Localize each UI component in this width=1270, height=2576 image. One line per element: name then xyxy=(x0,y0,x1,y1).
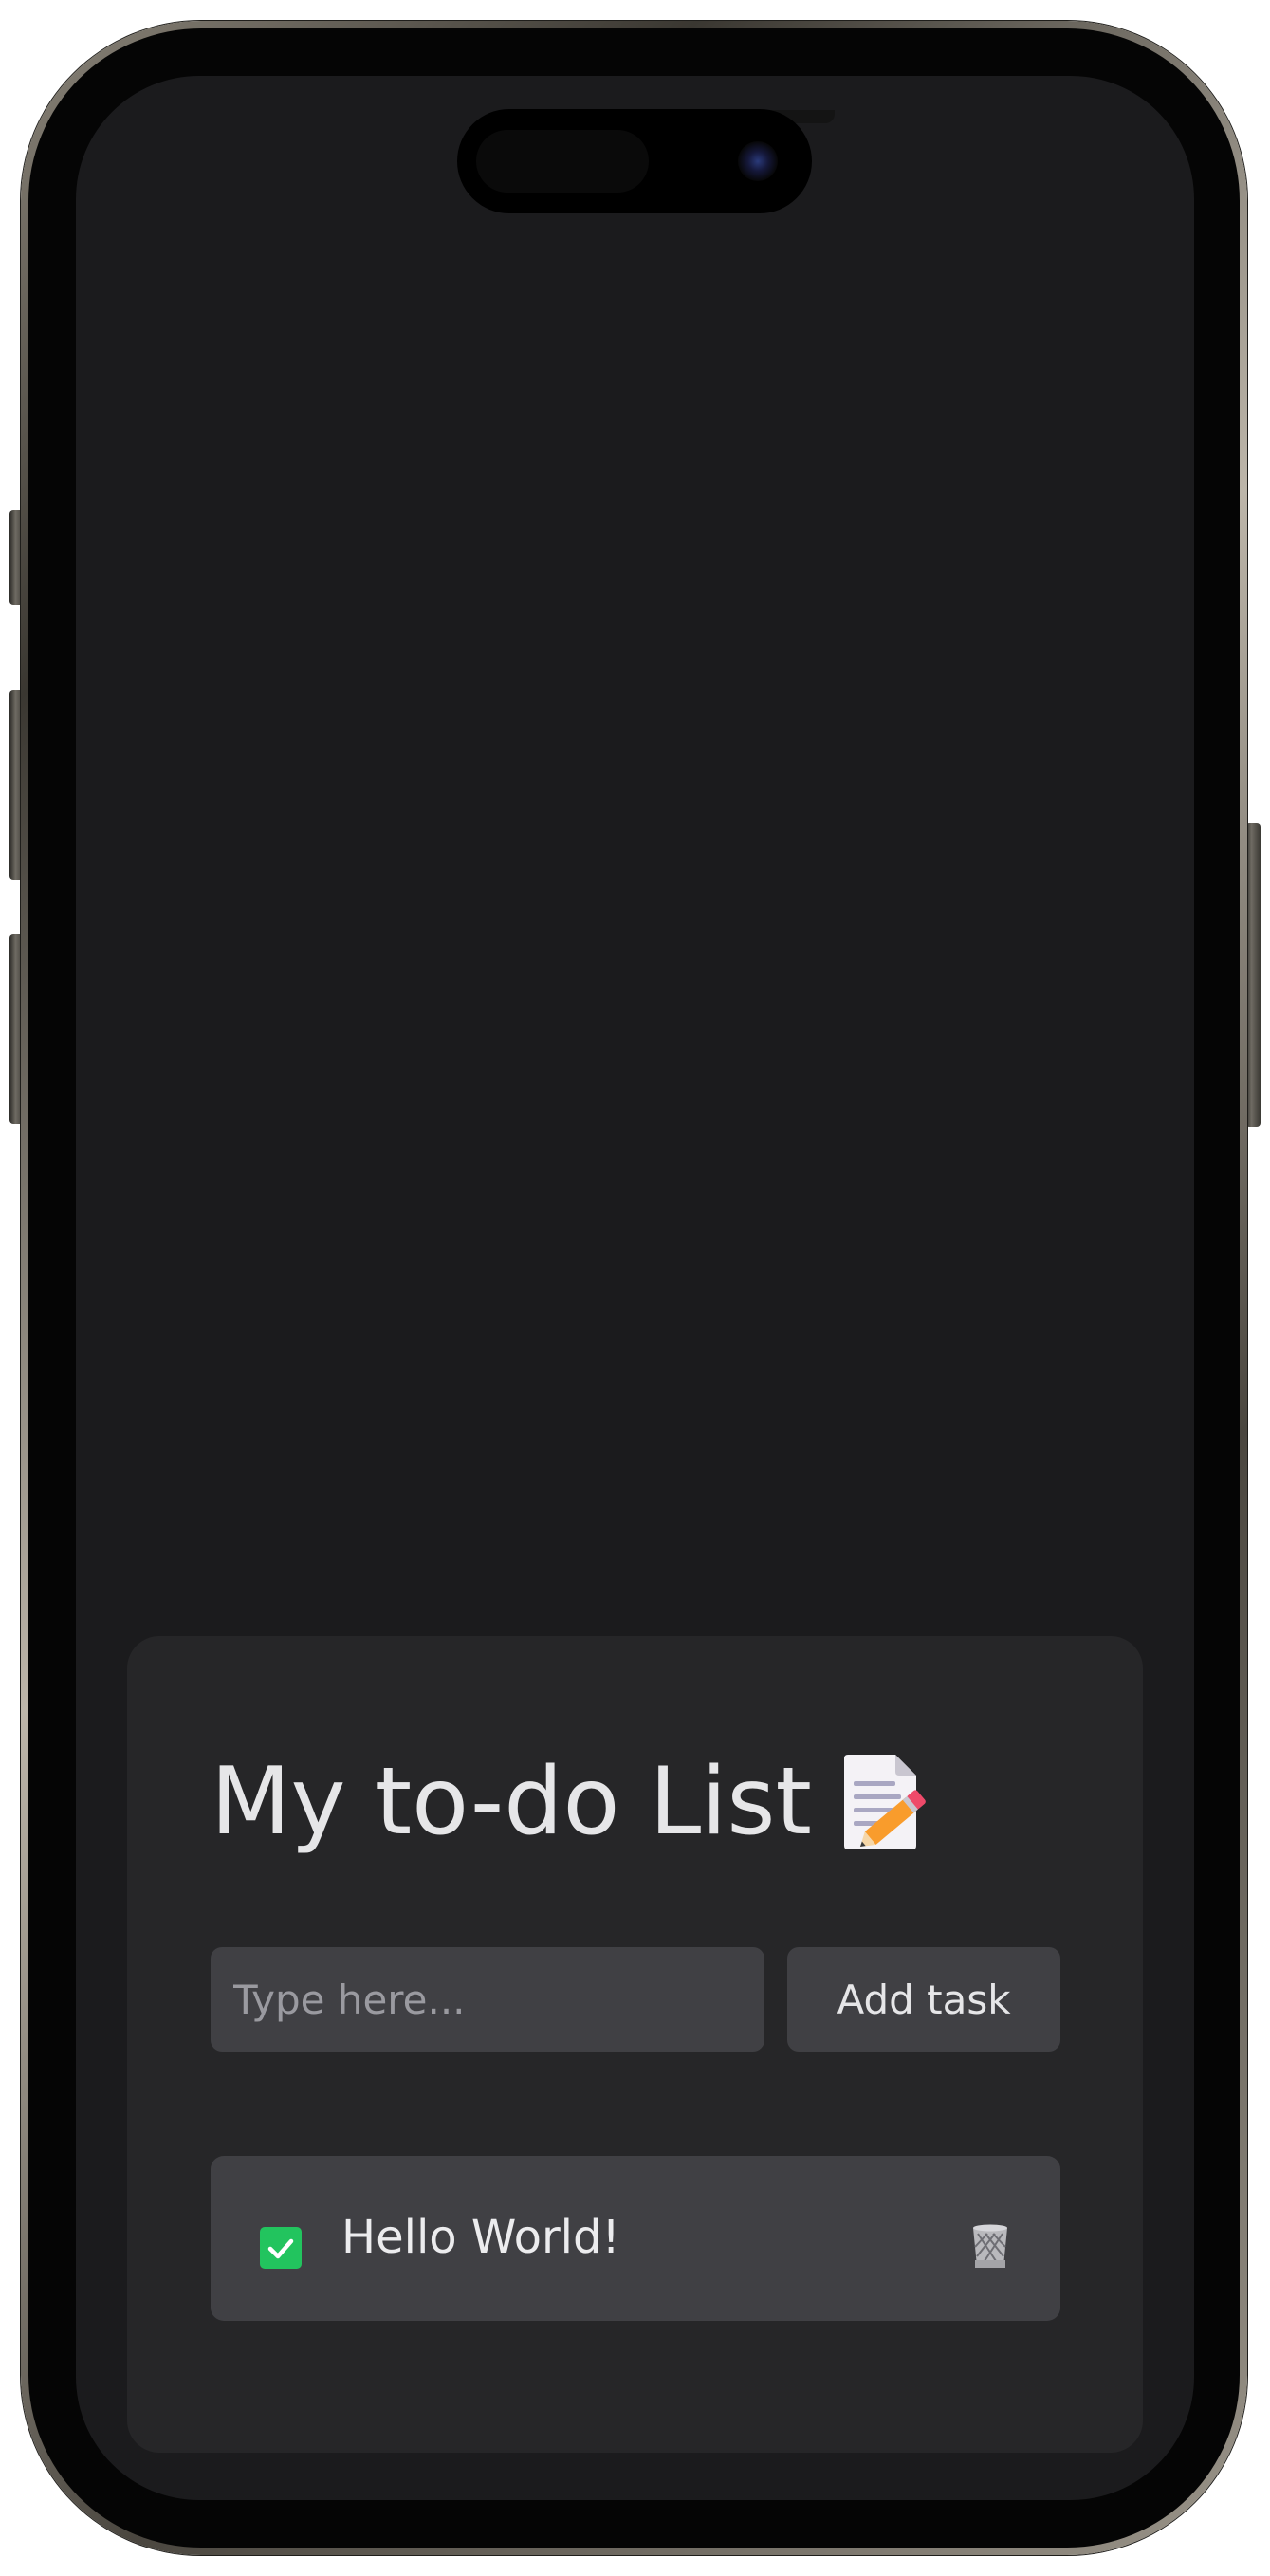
wastebasket-icon[interactable] xyxy=(969,2222,1011,2270)
task-checkbox[interactable] xyxy=(260,2227,302,2269)
device-screen: My to-do List Add task xyxy=(76,76,1194,2500)
page-title: My to-do List xyxy=(211,1748,812,1856)
task-text: Hello World! xyxy=(341,2211,620,2264)
add-task-button[interactable]: Add task xyxy=(787,1947,1060,2052)
title-row: My to-do List xyxy=(211,1745,928,1859)
task-list: Hello World! xyxy=(211,2156,1060,2321)
power-button xyxy=(1245,823,1261,1127)
todo-card: My to-do List Add task xyxy=(127,1636,1143,2453)
face-id-sensor xyxy=(476,130,649,193)
front-camera-icon xyxy=(738,141,778,181)
checkmark-icon xyxy=(267,2238,294,2259)
add-task-row: Add task xyxy=(211,1947,1060,2052)
task-item: Hello World! xyxy=(211,2156,1060,2321)
memo-icon xyxy=(843,1755,926,1849)
dynamic-island xyxy=(457,109,812,213)
task-input[interactable] xyxy=(211,1947,764,2052)
